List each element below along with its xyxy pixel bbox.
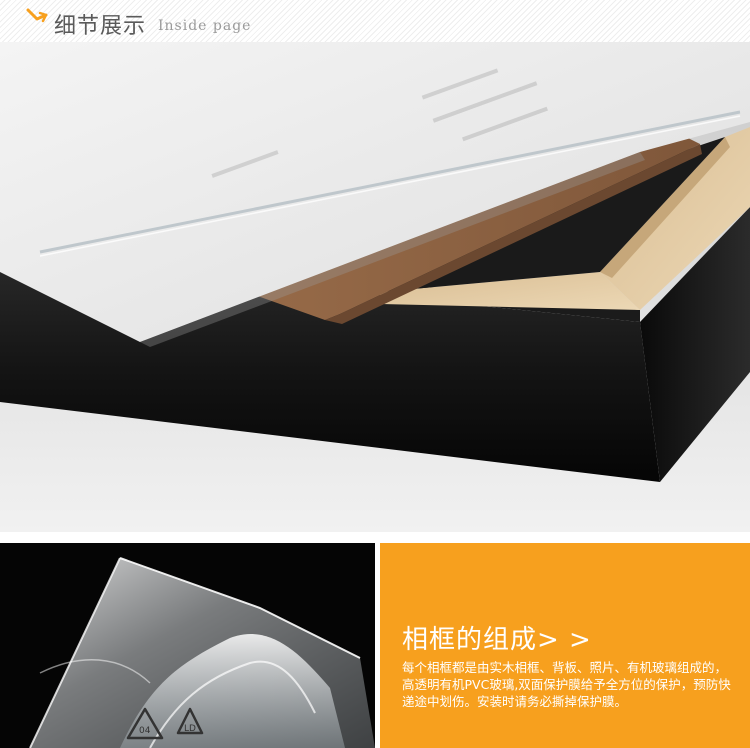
recycle-code: 04 xyxy=(139,726,151,736)
section-subtitle: Inside page xyxy=(158,18,252,34)
section-title: 细节展示 xyxy=(54,14,147,39)
composition-info-panel: 相框的组成> > 每个相框都是由实木相框、背板、照片、有机玻璃组成的，高透明有机… xyxy=(380,543,750,748)
section-header: 细节展示 Inside page xyxy=(0,0,750,42)
pvc-film-photo: 04 LD xyxy=(0,543,375,748)
recycle-text: LD xyxy=(184,724,196,734)
composition-description: 每个相框都是由实木相框、背板、照片、有机玻璃组成的，高透明有机PVC玻璃,双面保… xyxy=(402,660,731,709)
composition-title: 相框的组成> > xyxy=(402,625,592,655)
chevron-down-right-icon xyxy=(26,8,48,23)
frame-corner-detail-photo xyxy=(0,42,750,532)
